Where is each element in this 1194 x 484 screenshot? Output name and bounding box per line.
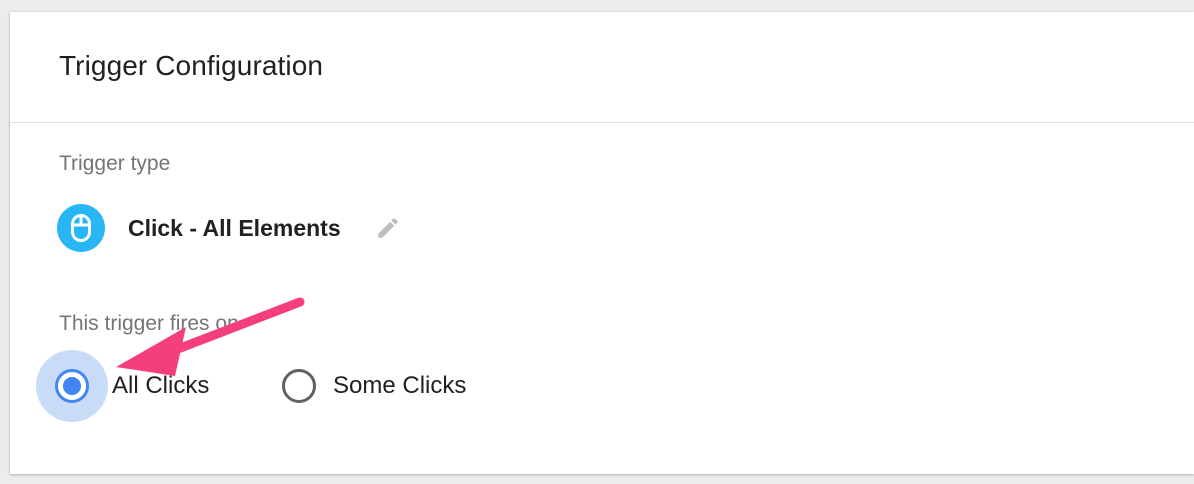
card-title: Trigger Configuration [59, 50, 324, 81]
fires-on-label: This trigger fires on [59, 312, 239, 335]
trigger-type-label: Trigger type [59, 152, 171, 175]
pencil-icon[interactable] [373, 213, 403, 243]
some-clicks-label: Some Clicks [333, 372, 467, 399]
radio-halo [269, 350, 329, 422]
all-clicks-label: All Clicks [112, 372, 210, 399]
radio-focus-halo [36, 350, 108, 422]
mouse-icon [57, 204, 105, 252]
card-header: Trigger Configuration [10, 12, 1194, 123]
radio-dot [63, 377, 81, 395]
radio-checked-icon[interactable] [55, 369, 89, 403]
all-clicks-radio[interactable]: All Clicks [36, 350, 209, 422]
some-clicks-radio[interactable]: Some Clicks [269, 350, 466, 422]
trigger-type-name: Click - All Elements [128, 214, 341, 241]
radio-unchecked-icon[interactable] [282, 369, 316, 403]
trigger-type-row[interactable]: Click - All Elements [57, 204, 403, 252]
